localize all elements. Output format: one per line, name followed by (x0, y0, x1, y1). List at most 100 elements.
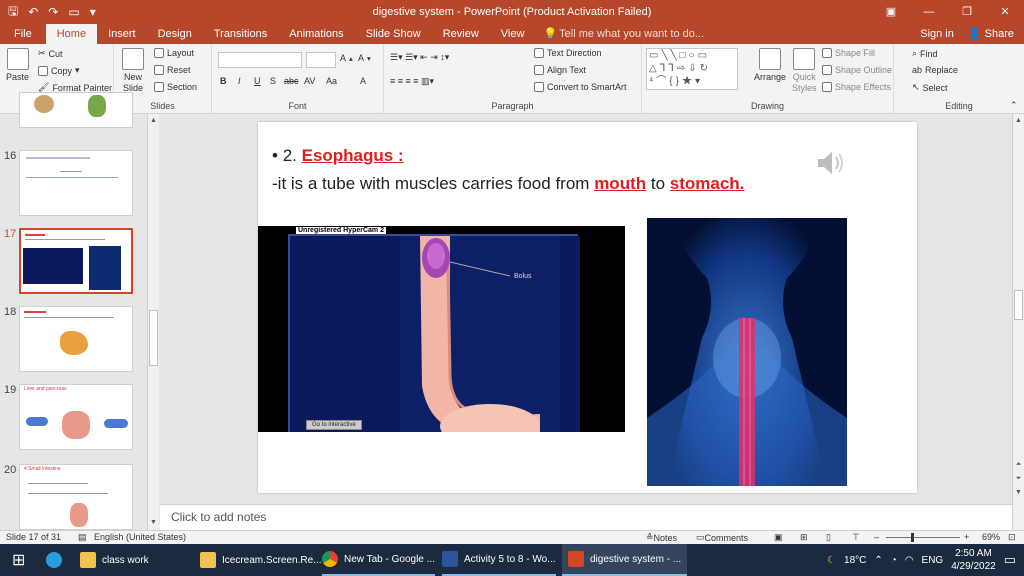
next-slide-arrow[interactable]: ⏷ (1014, 474, 1023, 483)
zoom-level[interactable]: 69% (982, 532, 1000, 542)
text-direction-button[interactable]: Text Direction (534, 48, 602, 58)
find-button[interactable]: ⌕ Find (912, 48, 938, 59)
scroll-up-arrow[interactable]: ▲ (1014, 116, 1023, 125)
tab-view[interactable]: View (490, 24, 536, 44)
new-slide-button[interactable]: New Slide (122, 48, 144, 94)
grow-font-icon[interactable]: A ▴ (340, 53, 353, 63)
current-slide[interactable]: • 2. Esophagus : -it is a tube with musc… (258, 122, 917, 493)
taskbar-item-word[interactable]: Activity 5 to 8 - Wo... (442, 544, 556, 576)
fit-slide-icon[interactable]: ⊡ (1008, 532, 1016, 543)
slide-thumbnail-15[interactable] (19, 92, 133, 128)
bold-button[interactable]: B (220, 76, 227, 86)
font-color-button[interactable]: A (360, 76, 366, 86)
tell-me-box[interactable]: Tell me what you want to do... (559, 24, 704, 44)
close-button[interactable]: ✕ (986, 0, 1024, 24)
present-icon[interactable]: ▭ (68, 5, 79, 19)
reset-button[interactable]: Reset (154, 65, 191, 75)
copy-button[interactable]: Copy ▾ (38, 65, 80, 76)
zoom-slider-handle[interactable] (911, 533, 914, 542)
normal-view-icon[interactable]: ▣ (774, 532, 783, 543)
arrange-button[interactable]: Arrange (754, 48, 786, 82)
reading-view-icon[interactable]: ▯ (826, 532, 831, 543)
paste-button[interactable]: Paste (6, 48, 29, 82)
prev-slide-arrow[interactable]: ⏶ (1014, 460, 1023, 469)
undo-icon[interactable]: ↶ (28, 5, 38, 19)
shapes-gallery[interactable]: ▭╲╲□○▭ △⅂⅂⇨⇩↻ ⁴⌒{}★▾ (646, 48, 738, 90)
shrink-font-icon[interactable]: A ▾ (358, 53, 371, 63)
speaker-icon[interactable] (814, 148, 848, 178)
shadow-button[interactable]: S (270, 76, 276, 86)
save-icon[interactable]: 🖫 (8, 2, 18, 23)
change-case-button[interactable]: Aa (326, 76, 337, 86)
shape-effects-button[interactable]: Shape Effects (822, 82, 891, 92)
language-indicator[interactable]: ENG (922, 555, 944, 566)
replace-button[interactable]: ab Replace (912, 65, 958, 75)
cut-button[interactable]: ✂ Cut (38, 48, 63, 59)
go-to-interactive-button[interactable]: Go to interactive (306, 420, 362, 430)
tab-transitions[interactable]: Transitions (203, 24, 278, 44)
bullets-icon[interactable]: ☰▾ ☰▾ ⇤ ⇥ ↕▾ (390, 52, 449, 63)
network-icon[interactable]: ◔ (891, 555, 897, 566)
tab-design[interactable]: Design (147, 24, 203, 44)
weather-icon[interactable]: ☾ (827, 555, 836, 566)
scroll-up-arrow[interactable]: ▲ (149, 116, 158, 125)
quick-styles-button[interactable]: Quick Styles (792, 48, 817, 94)
restore-button[interactable]: ❐ (948, 0, 986, 24)
section-button[interactable]: Section (154, 82, 197, 92)
shape-outline-button[interactable]: Shape Outline (822, 65, 892, 75)
underline-button[interactable]: U (254, 76, 261, 86)
tab-review[interactable]: Review (432, 24, 490, 44)
tab-slide-show[interactable]: Slide Show (355, 24, 432, 44)
zoom-slider[interactable] (886, 537, 960, 538)
scroll-down-arrow[interactable]: ▼ (1014, 488, 1023, 497)
language-status[interactable]: English (United States) (94, 532, 186, 542)
slide-body-text[interactable]: -it is a tube with muscles carries food … (272, 174, 744, 194)
share-button[interactable]: 👤 Share (968, 24, 1014, 44)
slide-sorter-icon[interactable]: ⊞ (800, 532, 808, 543)
scroll-down-arrow[interactable]: ▼ (149, 518, 158, 527)
slide-scrollbar[interactable]: ▲ ⏶ ⏷ ▼ (1012, 114, 1024, 530)
esophagus-video[interactable]: Bolus Unregistered HyperCam 2 Go to inte… (258, 226, 625, 432)
slideshow-view-icon[interactable]: ⊤ (852, 532, 860, 543)
strikethrough-button[interactable]: abc (284, 76, 299, 86)
clock[interactable]: 2:50 AM 4/29/2022 (951, 547, 996, 573)
slide-thumbnail-20[interactable]: 4.Small intestine (19, 464, 133, 530)
select-button[interactable]: ↖ Select (912, 82, 948, 93)
slide-thumbnail-19[interactable]: Liver and pancreas (19, 384, 133, 450)
align-icons[interactable]: ≡ ≡ ≡ ≡ ▥▾ (390, 76, 434, 87)
wifi-icon[interactable]: ◠ (905, 555, 914, 566)
font-name-box[interactable] (218, 52, 302, 68)
chevron-up-icon[interactable]: ⌃ (874, 555, 882, 566)
tab-insert[interactable]: Insert (97, 24, 147, 44)
font-size-box[interactable] (306, 52, 336, 68)
italic-button[interactable]: I (238, 76, 241, 86)
thumbnail-scrollbar[interactable]: ▲ ▼ (147, 114, 159, 530)
taskbar-item-class-work[interactable]: class work (80, 544, 149, 576)
throat-anatomy-image[interactable] (647, 218, 847, 486)
scrollbar-thumb[interactable] (1014, 290, 1023, 320)
slide-heading[interactable]: • 2. Esophagus : (272, 146, 404, 166)
chevron-down-icon[interactable]: ▾ (90, 5, 96, 19)
tab-home[interactable]: Home (45, 24, 98, 44)
spellcheck-icon[interactable]: ▤ (78, 532, 87, 543)
sign-in-link[interactable]: Sign in (920, 24, 954, 44)
zoom-in-button[interactable]: + (964, 532, 969, 542)
align-text-button[interactable]: Align Text (534, 65, 586, 75)
smartart-button[interactable]: Convert to SmartArt (534, 82, 627, 92)
temperature[interactable]: 18°C (844, 555, 866, 566)
taskbar-item-chrome[interactable]: New Tab - Google ... (322, 544, 435, 576)
notes-toggle[interactable]: ≙ Notes (646, 532, 677, 543)
notes-pane[interactable]: Click to add notes (160, 504, 1012, 530)
taskbar-item-powerpoint[interactable]: digestive system - ... (562, 544, 688, 576)
collapse-ribbon-icon[interactable]: ⌃ (1010, 100, 1018, 111)
minimize-button[interactable]: — (910, 0, 948, 24)
taskbar-item-icecream[interactable]: Icecream.Screen.Re... (200, 544, 321, 576)
layout-button[interactable]: Layout (154, 48, 194, 58)
scrollbar-thumb[interactable] (149, 310, 158, 366)
edge-taskbar-icon[interactable] (46, 544, 62, 576)
slide-thumbnail-16[interactable] (19, 150, 133, 216)
slide-thumbnail-18[interactable] (19, 306, 133, 372)
char-spacing-button[interactable]: AV (304, 76, 315, 86)
start-button[interactable]: ⊞ (12, 544, 25, 576)
zoom-out-button[interactable]: – (874, 532, 879, 542)
